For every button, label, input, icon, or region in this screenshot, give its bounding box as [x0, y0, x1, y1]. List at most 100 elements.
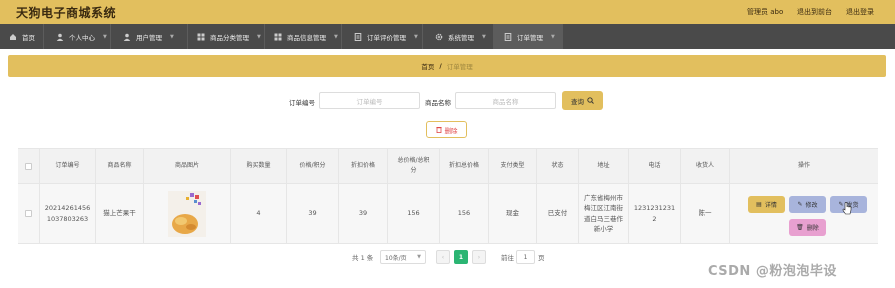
grid-icon [274, 33, 282, 41]
header-pay-type: 支付类型 [489, 149, 537, 183]
cell-address: 广东省梅州市梅江区江南街道白马三巷作新小学 [579, 184, 629, 243]
order-number-label: 订单编号 [289, 99, 315, 107]
nav-label: 订单评价管理 [367, 33, 406, 42]
chevron-down-icon: ▼ [257, 33, 261, 40]
nav-label: 订单管理 [517, 33, 543, 42]
page-unit-label: 页 [538, 254, 545, 262]
detail-button[interactable]: ▤ 详情 [748, 196, 785, 213]
search-button[interactable]: 查询 [562, 91, 603, 110]
select-all-checkbox[interactable] [25, 162, 32, 170]
trash-icon: 🗑 [796, 224, 804, 231]
nav-label: 商品分类管理 [210, 33, 249, 42]
edit-button-label: 修改 [805, 202, 818, 209]
mouse-cursor-icon [842, 202, 852, 215]
page-size-select[interactable]: 10条/页 ▼ [380, 250, 426, 264]
logout-link[interactable]: 退出登录 [846, 7, 874, 17]
header-product-name: 商品名称 [96, 149, 144, 183]
pagination-total: 共 1 条 [352, 254, 374, 262]
detail-button-label: 详情 [764, 202, 777, 209]
page-size-value: 10条/页 [385, 254, 407, 262]
header-discount-price: 折扣价格 [339, 149, 388, 183]
doc-icon [354, 32, 362, 41]
product-name-input[interactable]: 商品名称 [455, 92, 556, 109]
cell-phone: 1231231231 2 [629, 184, 681, 243]
prev-page-button[interactable]: ‹ [436, 250, 450, 264]
app-title: 天狗电子商城系统 [16, 6, 117, 20]
breadcrumb-home[interactable]: 首页 [421, 61, 434, 71]
nav-label: 商品信息管理 [287, 33, 326, 42]
header-phone: 电话 [629, 149, 681, 183]
cell-product-image [144, 184, 231, 243]
cell-receiver: 陈一 [681, 184, 730, 243]
header-total: 总价格/总积分 [388, 149, 440, 183]
breadcrumb-separator: / [439, 62, 442, 70]
bulk-delete-button[interactable]: 删除 [426, 121, 467, 138]
user-icon [123, 33, 131, 41]
header-receiver: 收货人 [681, 149, 730, 183]
header-status: 状态 [537, 149, 579, 183]
admin-label: 管理员 abo [747, 8, 784, 16]
header-actions: 操作 [797, 162, 810, 170]
header-discount-total: 折扣总价格 [440, 149, 489, 183]
nav-product-management[interactable]: 商品信息管理 ▼ [265, 24, 342, 49]
detail-icon: ▤ [756, 201, 762, 208]
table-row: 20214261456 1037803263 猫上芒果干 4 39 39 156… [18, 184, 878, 244]
grid-icon [197, 33, 205, 41]
chevron-down-icon: ▼ [417, 254, 421, 260]
nav-review-management[interactable]: 订单评价管理 ▼ [342, 24, 423, 49]
bulk-delete-label: 删除 [444, 126, 458, 135]
edit-icon: ✎ [797, 201, 803, 208]
cell-order-number: 20214261456 1037803263 [40, 184, 96, 243]
breadcrumb-current: 订单管理 [446, 63, 473, 71]
user-icon [56, 33, 64, 41]
chevron-down-icon: ▼ [414, 33, 418, 40]
search-button-label: 查询 [571, 97, 584, 106]
cell-status: 已支付 [537, 184, 579, 243]
cell-total: 156 [388, 184, 440, 243]
nav-label: 个人中心 [69, 33, 95, 42]
search-icon [587, 97, 594, 104]
nav-order-management[interactable]: 订单管理 ▼ [494, 24, 563, 49]
product-thumbnail [168, 190, 206, 237]
edit-button[interactable]: ✎ 修改 [789, 196, 826, 213]
main-nav: 首页 个人中心 ▼ 用户管理 ▼ 商品分类管理 ▼ 商品信息管理 ▼ 订单评价管… [0, 24, 895, 49]
nav-category-management[interactable]: 商品分类管理 ▼ [188, 24, 265, 49]
top-bar: 天狗电子商城系统 管理员 abo 退出到前台 退出登录 [0, 0, 895, 24]
trash-icon [435, 126, 442, 133]
doc-icon [504, 32, 512, 41]
order-number-input[interactable]: 订单编号 [319, 92, 420, 109]
chevron-down-icon: ▼ [551, 33, 555, 40]
chevron-down-icon: ▼ [170, 33, 174, 40]
header-address: 地址 [579, 149, 629, 183]
back-to-frontend-link[interactable]: 退出到前台 [797, 7, 832, 17]
row-checkbox[interactable] [25, 210, 32, 217]
table-header: 订单编号 商品名称 商品图片 购买数量 价格/积分 折扣价格 总价格/总积分 折… [18, 148, 878, 184]
nav-system-management[interactable]: 系统管理 ▼ [423, 24, 494, 49]
watermark: CSDN @粉泡泡毕设 [708, 264, 837, 279]
home-icon [9, 33, 17, 41]
nav-label: 系统管理 [448, 33, 474, 42]
nav-label: 首页 [22, 33, 35, 42]
goto-page-input[interactable]: 1 [516, 250, 535, 264]
nav-user-management[interactable]: 用户管理 ▼ [111, 24, 188, 49]
row-delete-label: 删除 [806, 225, 819, 232]
row-select-cell [18, 184, 40, 243]
chevron-down-icon: ▼ [103, 33, 107, 40]
row-delete-button[interactable]: 🗑 删除 [789, 219, 826, 236]
cell-product-name: 猫上芒果干 [96, 184, 144, 243]
cell-discount-total: 156 [440, 184, 489, 243]
cell-quantity: 4 [231, 184, 287, 243]
cell-discount-price: 39 [339, 184, 388, 243]
header-product-image: 商品图片 [144, 149, 231, 183]
next-page-button[interactable]: › [472, 250, 486, 264]
page-1-button[interactable]: 1 [454, 250, 468, 264]
gear-icon [435, 33, 443, 41]
nav-label: 用户管理 [136, 33, 162, 42]
product-name-label: 商品名称 [425, 99, 451, 107]
nav-profile[interactable]: 个人中心 ▼ [44, 24, 111, 49]
cell-pay-type: 现金 [489, 184, 537, 243]
breadcrumb: 首页 / 订单管理 [8, 55, 886, 77]
chevron-down-icon: ▼ [482, 33, 486, 40]
nav-home[interactable]: 首页 [0, 24, 44, 49]
chevron-down-icon: ▼ [334, 33, 338, 40]
